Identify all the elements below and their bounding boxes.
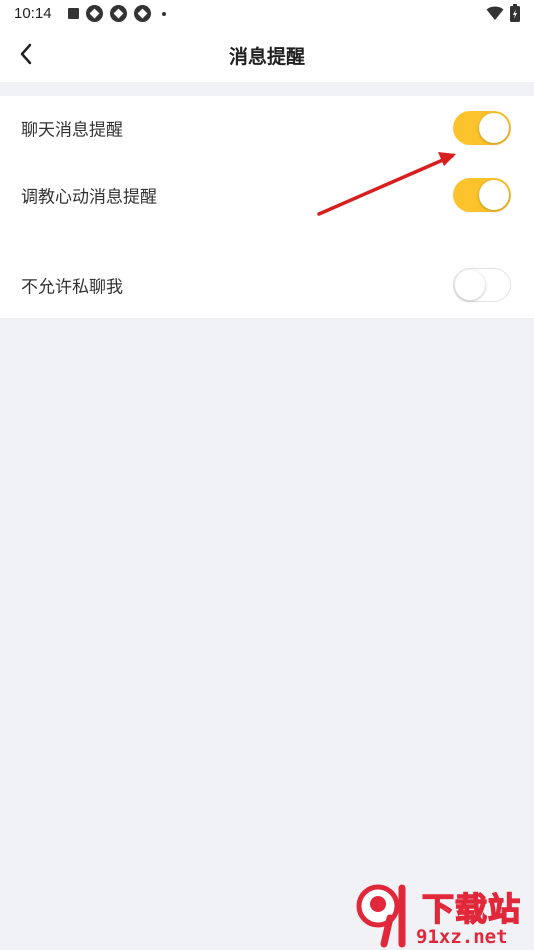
app-notification-icon	[86, 5, 103, 22]
watermark-emblem-icon	[356, 884, 406, 948]
page-title: 消息提醒	[228, 47, 305, 68]
watermark-domain: 91xz.net	[416, 926, 508, 948]
watermark-logo: 下载站 91xz.net	[354, 880, 534, 950]
toggle-knob	[479, 113, 509, 143]
system-icons	[486, 4, 520, 22]
more-notifications-icon	[162, 11, 166, 16]
setting-label: 调教心动消息提醒	[21, 187, 157, 207]
heartbeat-notification-toggle[interactable]	[453, 178, 511, 212]
disallow-private-chat-toggle[interactable]	[453, 268, 511, 302]
setting-row-disallow-private-chat: 不允许私聊我	[0, 257, 534, 313]
setting-label: 聊天消息提醒	[21, 120, 123, 140]
settings-list: 聊天消息提醒 调教心动消息提醒 不允许私聊我	[0, 96, 534, 318]
watermark-brand: 下载站	[421, 889, 522, 929]
notification-icons	[68, 5, 166, 22]
toggle-knob	[455, 270, 485, 300]
setting-row-heartbeat-notification: 调教心动消息提醒	[0, 167, 534, 223]
setting-row-chat-notification: 聊天消息提醒	[0, 100, 534, 156]
chat-notification-toggle[interactable]	[453, 111, 511, 145]
stop-notification-icon	[68, 8, 79, 19]
setting-label: 不允许私聊我	[21, 277, 123, 297]
battery-charging-icon	[510, 4, 520, 22]
app-notification-icon	[134, 5, 151, 22]
status-bar: 10:14	[0, 0, 534, 28]
toggle-knob	[479, 180, 509, 210]
app-notification-icon	[110, 5, 127, 22]
wifi-icon	[486, 6, 504, 20]
status-time: 10:14	[14, 5, 52, 22]
header: 消息提醒	[0, 28, 534, 82]
